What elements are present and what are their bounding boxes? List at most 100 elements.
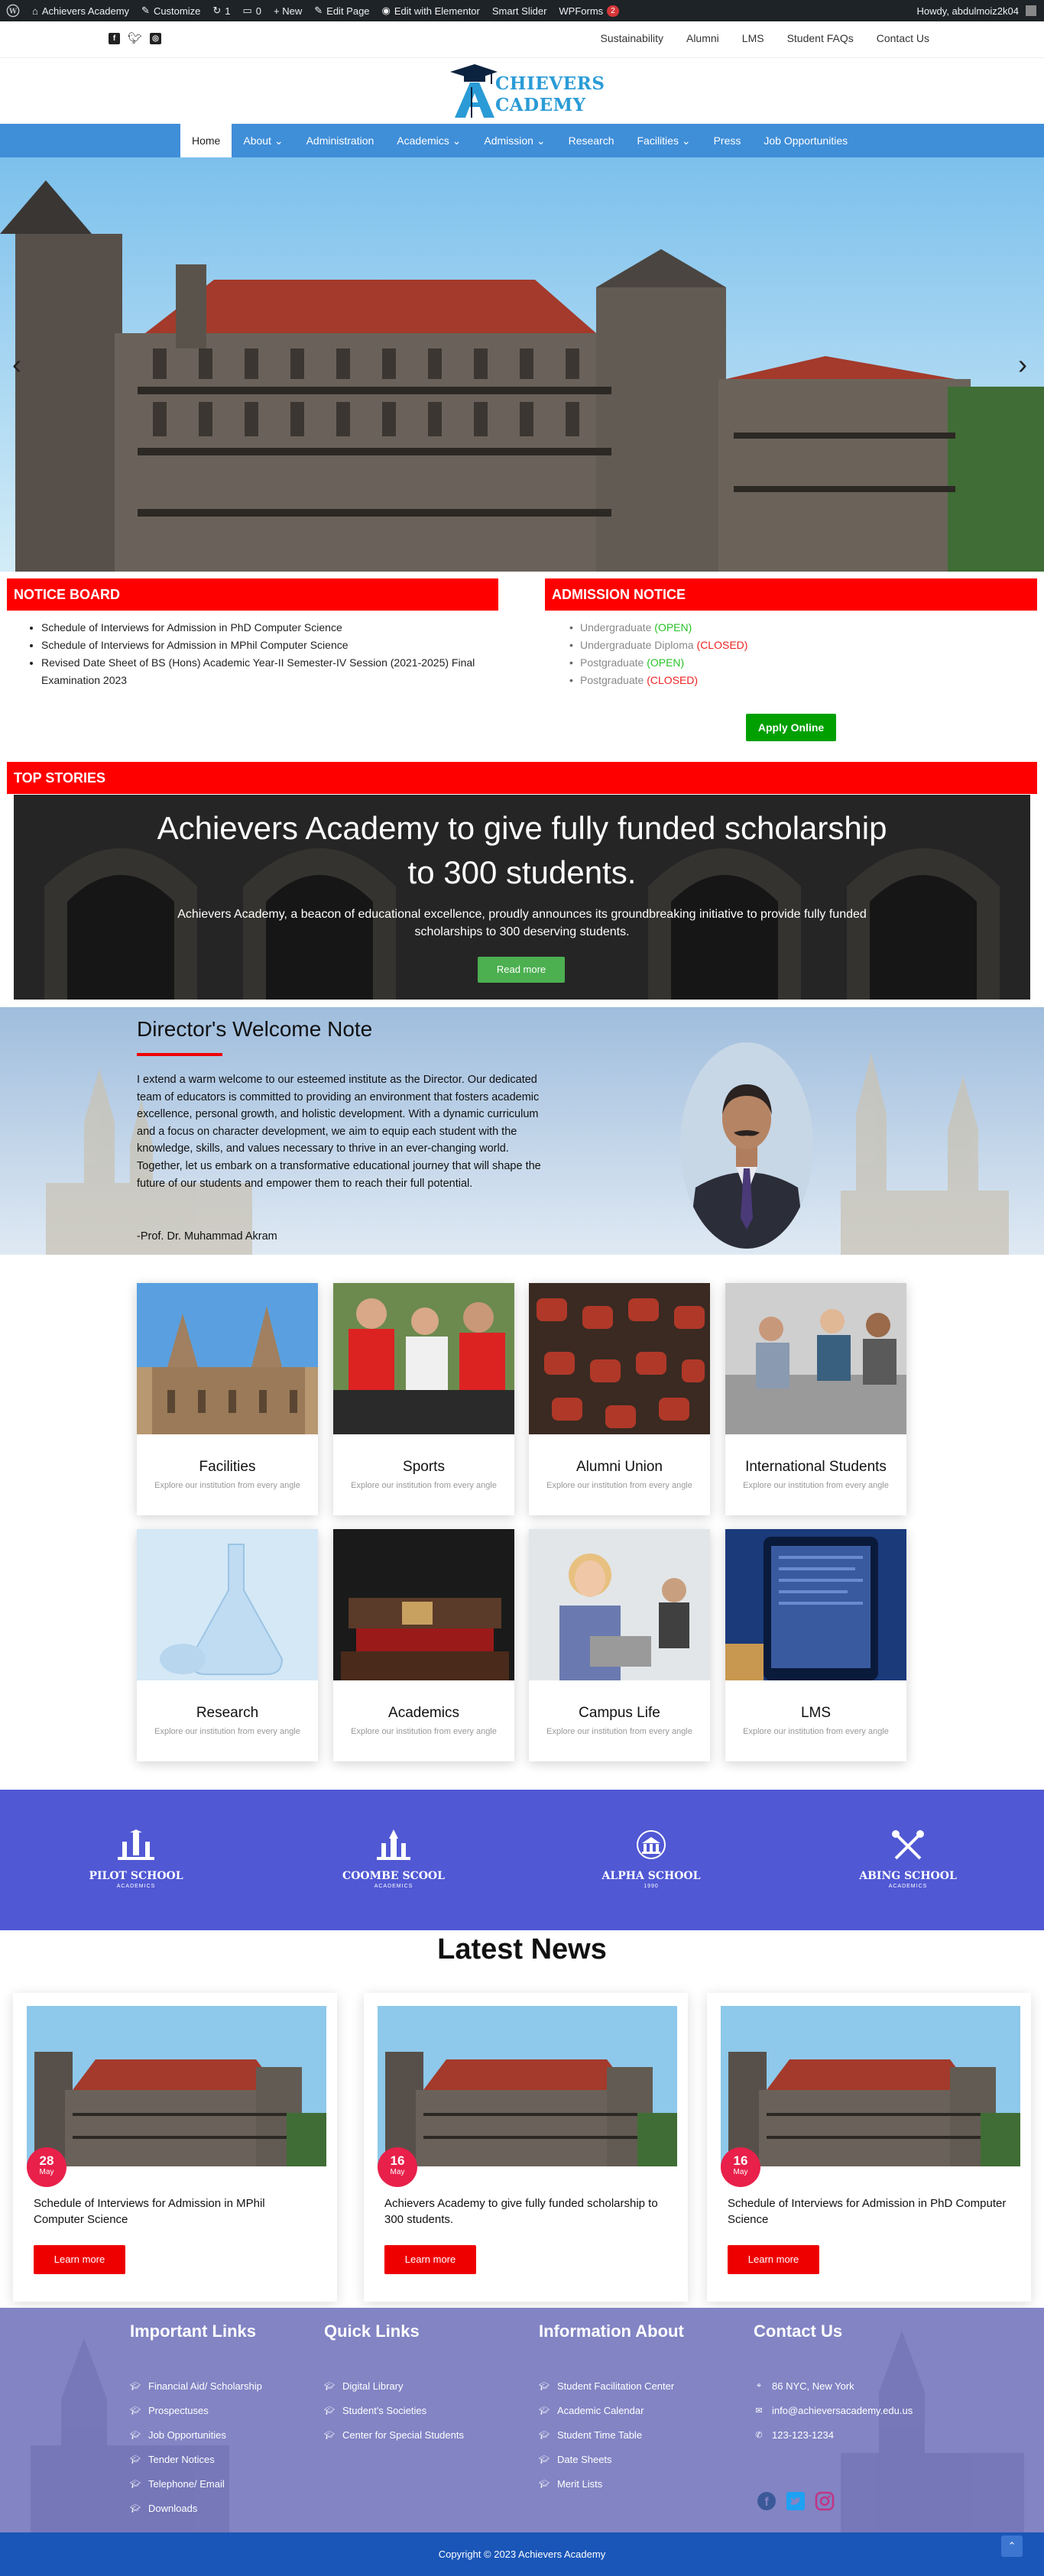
scroll-to-top-button[interactable]: ⌃	[1001, 2535, 1023, 2557]
news-image[interactable]	[27, 2006, 326, 2166]
card-title: Academics	[388, 1705, 459, 1721]
admin-updates-count: 1	[225, 5, 231, 17]
nav-academics[interactable]: Academics ⌄	[385, 124, 472, 157]
top-menu-lms[interactable]: LMS	[742, 32, 764, 44]
nav-research[interactable]: Research	[557, 124, 626, 157]
card-sports[interactable]: Sports Explore our institution from ever…	[333, 1283, 514, 1515]
latest-news-title: Latest News	[437, 1933, 607, 1965]
facebook-icon[interactable]: f	[757, 2491, 777, 2511]
footer-phone[interactable]: ✆ 123-123-1234	[754, 2422, 913, 2447]
partner-pilot-school[interactable]: PILOT SCHOOL ACADEMICS	[67, 1829, 205, 1889]
card-international-students[interactable]: International Students Explore our insti…	[725, 1283, 906, 1515]
news-title[interactable]: Schedule of Interviews for Admission in …	[34, 2195, 316, 2228]
admin-edit-page[interactable]: ✎ Edit Page	[308, 0, 375, 21]
footer-link[interactable]: 🎓︎ Tender Notices	[130, 2447, 262, 2471]
partner-coombe-scool[interactable]: COOMBE SCOOL ACADEMICS	[325, 1829, 462, 1889]
footer-link[interactable]: 🎓︎ Telephone/ Email	[130, 2471, 262, 2496]
footer-link[interactable]: 🎓︎ Digital Library	[324, 2373, 464, 2398]
director-title: Director's Welcome Note	[137, 1017, 373, 1041]
learn-more-button[interactable]: Learn more	[384, 2245, 476, 2274]
wp-logo-icon[interactable]: W	[0, 0, 26, 21]
footer-heading: Important Links	[130, 2322, 257, 2341]
footer-link[interactable]: 🎓︎ Financial Aid/ Scholarship	[130, 2373, 262, 2398]
admission-item-label: Undergraduate	[580, 621, 652, 633]
learn-more-button[interactable]: Learn more	[728, 2245, 819, 2274]
facebook-icon[interactable]: f	[109, 33, 120, 44]
notice-item[interactable]: Revised Date Sheet of BS (Hons) Academic…	[41, 654, 488, 689]
news-image[interactable]	[378, 2006, 677, 2166]
slider-next-arrow[interactable]: ›	[1018, 348, 1027, 381]
nav-admission[interactable]: Admission ⌄	[472, 124, 556, 157]
comment-icon: ▭	[242, 5, 252, 16]
notice-board-header: NOTICE BOARD	[7, 578, 498, 611]
partner-name: COOMBE SCOOL	[342, 1870, 445, 1882]
admission-item-label: Undergraduate Diploma	[580, 639, 694, 651]
graduation-cap-icon: 🎓︎	[539, 2381, 550, 2391]
news-title[interactable]: Achievers Academy to give fully funded s…	[384, 2195, 667, 2228]
card-academics[interactable]: Academics Explore our institution from e…	[333, 1529, 514, 1761]
admin-account[interactable]: Howdy, abdulmoiz2k04	[911, 0, 1044, 21]
card-alumni-union[interactable]: Alumni Union Explore our institution fro…	[529, 1283, 710, 1515]
nav-facilities[interactable]: Facilities ⌄	[626, 124, 702, 157]
footer-link[interactable]: 🎓︎ Job Opportunities	[130, 2422, 262, 2447]
read-more-button[interactable]: Read more	[478, 957, 565, 983]
top-menu-sustainability[interactable]: Sustainability	[600, 32, 663, 44]
card-subtitle: Explore our institution from every angle	[546, 1727, 692, 1736]
admin-smart-slider[interactable]: Smart Slider	[486, 0, 553, 21]
card-research[interactable]: Research Explore our institution from ev…	[137, 1529, 318, 1761]
partner-name: ABING SCHOOL	[859, 1870, 957, 1882]
footer-link[interactable]: 🎓︎ Academic Calendar	[539, 2398, 684, 2422]
footer-link[interactable]: 🎓︎ Downloads	[130, 2496, 262, 2520]
news-image[interactable]	[721, 2006, 1020, 2166]
apply-online-button[interactable]: Apply Online	[746, 714, 836, 741]
admin-wpforms[interactable]: WPForms 2	[553, 0, 624, 21]
card-campus-life[interactable]: Campus Life Explore our institution from…	[529, 1529, 710, 1761]
footer-link[interactable]: 🎓︎ Merit Lists	[539, 2471, 684, 2496]
card-facilities[interactable]: Facilities Explore our institution from …	[137, 1283, 318, 1515]
admin-updates[interactable]: ↻ 1	[206, 0, 236, 21]
admission-item: Undergraduate (OPEN)	[569, 619, 890, 637]
learn-more-button[interactable]: Learn more	[34, 2245, 125, 2274]
news-date-badge: 16 May	[378, 2147, 417, 2187]
top-menu-alumni[interactable]: Alumni	[686, 32, 719, 44]
notice-item[interactable]: Schedule of Interviews for Admission in …	[41, 637, 488, 654]
footer-link[interactable]: 🎓︎ Student Time Table	[539, 2422, 684, 2447]
admin-comments[interactable]: ▭ 0	[237, 0, 268, 21]
partner-sub: ACADEMICS	[374, 1884, 413, 1889]
partner-alpha-school[interactable]: ALPHA SCHOOL 1990	[582, 1829, 720, 1889]
nav-administration[interactable]: Administration	[295, 124, 386, 157]
admin-customize-label: Customize	[153, 5, 201, 17]
nav-home[interactable]: Home	[180, 124, 232, 157]
card-title: Sports	[403, 1459, 445, 1475]
top-social-links: f 🐦︎ ◎	[109, 33, 162, 44]
nav-about[interactable]: About ⌄	[232, 124, 294, 157]
footer-link[interactable]: 🎓︎ Prospectuses	[130, 2398, 262, 2422]
brush-icon: ✎	[141, 5, 150, 16]
top-menu-student-faqs[interactable]: Student FAQs	[787, 32, 854, 44]
card-lms[interactable]: LMS Explore our institution from every a…	[725, 1529, 906, 1761]
instagram-icon[interactable]	[815, 2491, 835, 2511]
footer-link[interactable]: 🎓︎ Date Sheets	[539, 2447, 684, 2471]
footer-email[interactable]: ✉ info@achieversacademy.edu.us	[754, 2398, 913, 2422]
nav-job-opportunities[interactable]: Job Opportunities	[752, 124, 859, 157]
top-menu-contact-us[interactable]: Contact Us	[877, 32, 929, 44]
footer-link[interactable]: 🎓︎ Student's Societies	[324, 2398, 464, 2422]
notice-item[interactable]: Schedule of Interviews for Admission in …	[41, 619, 488, 637]
svg-text:f: f	[764, 2496, 769, 2509]
twitter-icon[interactable]: 🐦︎	[128, 33, 142, 44]
slider-prev-arrow[interactable]: ‹	[12, 348, 21, 381]
card-title: Campus Life	[579, 1705, 660, 1721]
site-logo[interactable]: CHIEVERS CADEMY	[447, 61, 605, 121]
footer-link[interactable]: 🎓︎ Center for Special Students	[324, 2422, 464, 2447]
admin-site-name[interactable]: ⌂ Achievers Academy	[26, 0, 135, 21]
footer-link[interactable]: 🎓︎ Student Facilitation Center	[539, 2373, 684, 2398]
news-title[interactable]: Schedule of Interviews for Admission in …	[728, 2195, 1010, 2228]
admin-customize[interactable]: ✎ Customize	[135, 0, 206, 21]
admin-elementor[interactable]: ◉ Edit with Elementor	[376, 0, 486, 21]
top-header: f 🐦︎ ◎ Sustainability Alumni LMS Student…	[0, 21, 1044, 58]
instagram-icon[interactable]: ◎	[150, 33, 162, 44]
partner-abing-school[interactable]: ABING SCHOOL ACADEMICS	[839, 1829, 977, 1889]
twitter-icon[interactable]	[786, 2491, 806, 2511]
admin-new[interactable]: + New	[267, 0, 308, 21]
nav-press[interactable]: Press	[702, 124, 753, 157]
